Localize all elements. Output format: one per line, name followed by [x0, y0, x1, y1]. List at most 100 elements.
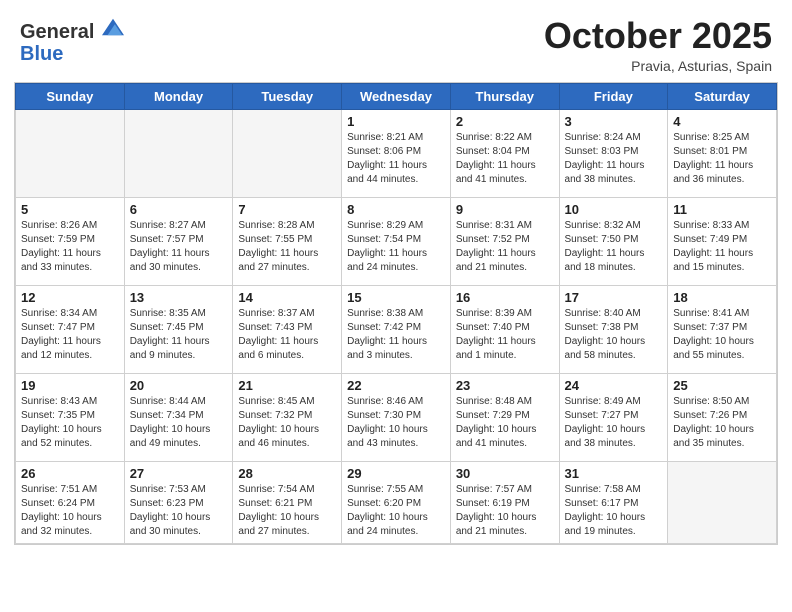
day-number: 25: [673, 378, 771, 393]
cell-details: Sunrise: 8:44 AM Sunset: 7:34 PM Dayligh…: [130, 395, 228, 451]
cell-details: Sunrise: 7:54 AM Sunset: 6:21 PM Dayligh…: [238, 483, 336, 539]
day-number: 10: [565, 202, 663, 217]
day-number: 29: [347, 466, 445, 481]
day-number: 1: [347, 114, 445, 129]
day-number: 31: [565, 466, 663, 481]
cell-details: Sunrise: 8:22 AM Sunset: 8:04 PM Dayligh…: [456, 131, 554, 187]
cell-details: Sunrise: 8:45 AM Sunset: 7:32 PM Dayligh…: [238, 395, 336, 451]
cal-cell: [233, 109, 342, 197]
cal-cell: 30 Sunrise: 7:57 AM Sunset: 6:19 PM Dayli…: [450, 461, 559, 543]
day-number: 5: [21, 202, 119, 217]
cell-details: Sunrise: 7:57 AM Sunset: 6:19 PM Dayligh…: [456, 483, 554, 539]
col-sunday: Sunday: [16, 83, 125, 109]
cell-details: Sunrise: 7:53 AM Sunset: 6:23 PM Dayligh…: [130, 483, 228, 539]
cell-details: Sunrise: 8:37 AM Sunset: 7:43 PM Dayligh…: [238, 307, 336, 363]
cal-cell: 8 Sunrise: 8:29 AM Sunset: 7:54 PM Daylig…: [342, 197, 451, 285]
day-number: 14: [238, 290, 336, 305]
cal-cell: [124, 109, 233, 197]
cell-details: Sunrise: 8:43 AM Sunset: 7:35 PM Dayligh…: [21, 395, 119, 451]
col-friday: Friday: [559, 83, 668, 109]
cell-details: Sunrise: 8:49 AM Sunset: 7:27 PM Dayligh…: [565, 395, 663, 451]
cell-details: Sunrise: 7:58 AM Sunset: 6:17 PM Dayligh…: [565, 483, 663, 539]
header: General Blue October 2025 Pravia, Asturi…: [0, 0, 792, 82]
cell-details: Sunrise: 8:32 AM Sunset: 7:50 PM Dayligh…: [565, 219, 663, 275]
cal-cell: 7 Sunrise: 8:28 AM Sunset: 7:55 PM Daylig…: [233, 197, 342, 285]
day-number: 9: [456, 202, 554, 217]
day-number: 11: [673, 202, 771, 217]
logo-general: General: [20, 21, 94, 43]
cell-details: Sunrise: 8:48 AM Sunset: 7:29 PM Dayligh…: [456, 395, 554, 451]
cell-details: Sunrise: 8:28 AM Sunset: 7:55 PM Dayligh…: [238, 219, 336, 275]
cal-cell: 11 Sunrise: 8:33 AM Sunset: 7:49 PM Dayli…: [668, 197, 777, 285]
cal-cell: 19Sunrise: 8:43 AM Sunset: 7:35 PM Dayli…: [16, 373, 125, 461]
day-number: 3: [565, 114, 663, 129]
cal-cell: 14 Sunrise: 8:37 AM Sunset: 7:43 PM Dayli…: [233, 285, 342, 373]
cal-cell: 29 Sunrise: 7:55 AM Sunset: 6:20 PM Dayli…: [342, 461, 451, 543]
logo: General Blue: [20, 16, 124, 65]
day-number: 6: [130, 202, 228, 217]
calendar: Sunday Monday Tuesday Wednesday Thursday…: [14, 82, 778, 545]
cal-cell: 6 Sunrise: 8:27 AM Sunset: 7:57 PM Daylig…: [124, 197, 233, 285]
day-number: 7: [238, 202, 336, 217]
cal-cell: [16, 109, 125, 197]
cell-details: Sunrise: 8:33 AM Sunset: 7:49 PM Dayligh…: [673, 219, 771, 275]
page: General Blue October 2025 Pravia, Asturi…: [0, 0, 792, 612]
week-row-1: 5Sunrise: 8:26 AM Sunset: 7:59 PM Daylig…: [16, 197, 777, 285]
cal-cell: 9Sunrise: 8:31 AM Sunset: 7:52 PM Daylig…: [450, 197, 559, 285]
day-number: 8: [347, 202, 445, 217]
day-number: 30: [456, 466, 554, 481]
cal-cell: 26 Sunrise: 7:51 AM Sunset: 6:24 PM Dayli…: [16, 461, 125, 543]
day-number: 28: [238, 466, 336, 481]
cal-cell: [668, 461, 777, 543]
cell-details: Sunrise: 8:25 AM Sunset: 8:01 PM Dayligh…: [673, 131, 771, 187]
cal-cell: 27Sunrise: 7:53 AM Sunset: 6:23 PM Dayli…: [124, 461, 233, 543]
day-number: 26: [21, 466, 119, 481]
logo-blue: Blue: [20, 43, 63, 65]
col-saturday: Saturday: [668, 83, 777, 109]
cal-cell: 17 Sunrise: 8:40 AM Sunset: 7:38 PM Dayli…: [559, 285, 668, 373]
week-row-2: 12Sunrise: 8:34 AM Sunset: 7:47 PM Dayli…: [16, 285, 777, 373]
cell-details: Sunrise: 8:40 AM Sunset: 7:38 PM Dayligh…: [565, 307, 663, 363]
logo-text: General Blue: [20, 16, 124, 65]
day-number: 20: [130, 378, 228, 393]
cell-details: Sunrise: 8:41 AM Sunset: 7:37 PM Dayligh…: [673, 307, 771, 363]
cell-details: Sunrise: 8:21 AM Sunset: 8:06 PM Dayligh…: [347, 131, 445, 187]
cell-details: Sunrise: 8:39 AM Sunset: 7:40 PM Dayligh…: [456, 307, 554, 363]
cal-cell: 2 Sunrise: 8:22 AM Sunset: 8:04 PM Daylig…: [450, 109, 559, 197]
cell-details: Sunrise: 8:46 AM Sunset: 7:30 PM Dayligh…: [347, 395, 445, 451]
title-block: October 2025 Pravia, Asturias, Spain: [544, 16, 772, 74]
cell-details: Sunrise: 8:35 AM Sunset: 7:45 PM Dayligh…: [130, 307, 228, 363]
col-wednesday: Wednesday: [342, 83, 451, 109]
day-number: 23: [456, 378, 554, 393]
col-monday: Monday: [124, 83, 233, 109]
cell-details: Sunrise: 7:51 AM Sunset: 6:24 PM Dayligh…: [21, 483, 119, 539]
cal-cell: 28 Sunrise: 7:54 AM Sunset: 6:21 PM Dayli…: [233, 461, 342, 543]
cell-details: Sunrise: 7:55 AM Sunset: 6:20 PM Dayligh…: [347, 483, 445, 539]
cal-cell: 12Sunrise: 8:34 AM Sunset: 7:47 PM Dayli…: [16, 285, 125, 373]
cal-cell: 20 Sunrise: 8:44 AM Sunset: 7:34 PM Dayli…: [124, 373, 233, 461]
cal-cell: 31 Sunrise: 7:58 AM Sunset: 6:17 PM Dayli…: [559, 461, 668, 543]
cal-cell: 10 Sunrise: 8:32 AM Sunset: 7:50 PM Dayli…: [559, 197, 668, 285]
day-number: 2: [456, 114, 554, 129]
cell-details: Sunrise: 8:24 AM Sunset: 8:03 PM Dayligh…: [565, 131, 663, 187]
cell-details: Sunrise: 8:29 AM Sunset: 7:54 PM Dayligh…: [347, 219, 445, 275]
day-number: 15: [347, 290, 445, 305]
day-number: 18: [673, 290, 771, 305]
cal-cell: 5Sunrise: 8:26 AM Sunset: 7:59 PM Daylig…: [16, 197, 125, 285]
day-number: 22: [347, 378, 445, 393]
cell-details: Sunrise: 8:50 AM Sunset: 7:26 PM Dayligh…: [673, 395, 771, 451]
col-thursday: Thursday: [450, 83, 559, 109]
week-row-0: 1 Sunrise: 8:21 AM Sunset: 8:06 PM Daylig…: [16, 109, 777, 197]
col-tuesday: Tuesday: [233, 83, 342, 109]
cal-cell: 1 Sunrise: 8:21 AM Sunset: 8:06 PM Daylig…: [342, 109, 451, 197]
cal-cell: 16 Sunrise: 8:39 AM Sunset: 7:40 PM Dayli…: [450, 285, 559, 373]
day-number: 16: [456, 290, 554, 305]
cal-cell: 18 Sunrise: 8:41 AM Sunset: 7:37 PM Dayli…: [668, 285, 777, 373]
cell-details: Sunrise: 8:38 AM Sunset: 7:42 PM Dayligh…: [347, 307, 445, 363]
cal-cell: 15 Sunrise: 8:38 AM Sunset: 7:42 PM Dayli…: [342, 285, 451, 373]
cell-details: Sunrise: 8:27 AM Sunset: 7:57 PM Dayligh…: [130, 219, 228, 275]
day-number: 12: [21, 290, 119, 305]
day-number: 24: [565, 378, 663, 393]
day-number: 4: [673, 114, 771, 129]
day-number: 17: [565, 290, 663, 305]
